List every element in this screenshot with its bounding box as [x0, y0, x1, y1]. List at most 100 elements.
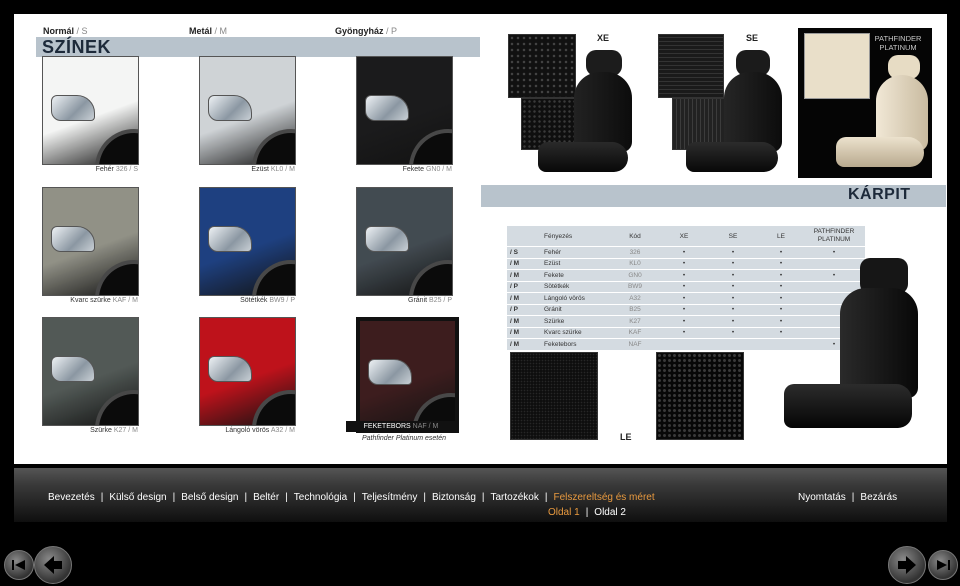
xe-label: XE: [597, 33, 610, 43]
cell-xe: •: [661, 315, 707, 327]
table-header-row: Fényezés Kód XE SE LE PATHFINDER PLATINU…: [507, 226, 865, 247]
headlamp: [365, 95, 409, 121]
cell-se: •: [707, 280, 759, 293]
cell-se: [707, 338, 759, 350]
skip-back-icon: [12, 560, 25, 570]
se-label: SE: [746, 33, 759, 43]
nav-separator: |: [100, 492, 104, 503]
car-color-swatch: [199, 317, 296, 426]
nav-item[interactable]: Belső design: [181, 492, 238, 503]
nav-separator: |: [353, 492, 356, 503]
cell-se: •: [707, 303, 759, 316]
cell-code: B25: [609, 303, 661, 316]
cell-xe: •: [661, 280, 707, 293]
le-perforated-swatch: [656, 352, 744, 440]
page-1-link[interactable]: Oldal 1: [548, 507, 580, 518]
headlamp: [51, 95, 95, 121]
nav-item[interactable]: Technológia: [294, 492, 347, 503]
colors-title: SZÍNEK: [42, 37, 112, 57]
headlamp: [51, 226, 95, 252]
cell-type: / M: [507, 269, 541, 281]
cell-xe: •: [661, 257, 707, 270]
cell-code: BW9: [609, 280, 661, 293]
nav-separator: |: [585, 507, 589, 518]
nav-item[interactable]: Bevezetés: [48, 492, 95, 503]
nav-item[interactable]: Felszereltség és méret: [553, 492, 654, 503]
color-code: KL0 / M: [270, 166, 295, 173]
close-link[interactable]: Bezárás: [860, 492, 897, 503]
cell-name: Szürke: [541, 315, 609, 327]
nav-menu: Bevezetés | Külső design | Belső design | Belt…: [48, 492, 655, 503]
skip-forward-icon: [937, 560, 950, 570]
cell-pp: •: [803, 246, 865, 258]
print-link[interactable]: Nyomtatás: [798, 492, 846, 503]
cell-code: GN0: [609, 269, 661, 281]
header-code: Kód: [629, 232, 641, 240]
le-label: LE: [620, 432, 632, 442]
color-code: NAF / M: [412, 423, 439, 430]
nav-separator: |: [851, 492, 855, 503]
last-page-button[interactable]: [928, 550, 958, 580]
car-color-caption: Szürke K27 / M: [2, 427, 138, 434]
car-color-swatch: [356, 56, 453, 165]
car-color-caption: Kvarc szürke KAF / M: [2, 297, 138, 304]
first-page-button[interactable]: [4, 550, 34, 580]
cell-type: / M: [507, 338, 541, 350]
headlamp: [208, 356, 252, 382]
cell-name: Gránit: [541, 303, 609, 316]
nav-item[interactable]: Beltér: [253, 492, 279, 503]
nav-item[interactable]: Biztonság: [432, 492, 476, 503]
color-name: Sötétkék: [240, 297, 268, 304]
color-name: Ezüst: [251, 166, 269, 173]
cell-se: •: [707, 315, 759, 327]
nav-item[interactable]: Teljesítmény: [362, 492, 418, 503]
cell-type: / M: [507, 292, 541, 304]
legend-pearl: Gyöngyház / P: [335, 26, 398, 36]
nav-item[interactable]: Tartozékok: [491, 492, 539, 503]
color-name: Gránit: [408, 297, 428, 304]
cell-type: / P: [507, 280, 541, 293]
cell-xe: •: [661, 246, 707, 258]
cell-code: NAF: [609, 338, 661, 350]
car-color-caption: FEKETEBORS NAF / M: [346, 421, 456, 432]
cell-se: •: [707, 326, 759, 339]
nav-right: Nyomtatás | Bezárás: [798, 492, 897, 503]
nav-item[interactable]: Külső design: [109, 492, 166, 503]
car-color-swatch: [356, 317, 459, 433]
color-name: Fekete: [402, 166, 424, 173]
car-color-swatch: [356, 187, 453, 296]
arrow-left-icon: [44, 556, 62, 574]
cell-code: A32: [609, 292, 661, 304]
nav-separator: |: [544, 492, 548, 503]
nav-separator: |: [244, 492, 248, 503]
car-color-caption: Gránit B25 / P: [316, 297, 452, 304]
next-page-button[interactable]: [888, 546, 926, 584]
nav-separator: |: [423, 492, 426, 503]
page-2-link[interactable]: Oldal 2: [594, 507, 626, 518]
cell-code: K27: [609, 315, 661, 327]
cell-xe: •: [661, 269, 707, 281]
cell-se: •: [707, 246, 759, 258]
table-row: / S Fehér 326 • • • •: [507, 246, 865, 258]
cell-name: Fekete: [541, 269, 609, 281]
arrow-right-icon: [898, 556, 916, 574]
legend-normal: Normál / S: [43, 26, 88, 36]
cell-type: / M: [507, 326, 541, 339]
header-platinum: PATHFINDER PLATINUM: [813, 228, 855, 243]
headlamp: [368, 359, 412, 385]
cell-xe: •: [661, 292, 707, 304]
previous-page-button[interactable]: [34, 546, 72, 584]
color-code: 326 / S: [115, 166, 138, 173]
cell-code: KL0: [609, 257, 661, 270]
color-name: FEKETEBORS: [363, 423, 411, 430]
cell-xe: [661, 338, 707, 350]
platinum-label: PATHFINDER PLATINUM: [874, 34, 922, 52]
car-color-swatch: [42, 317, 139, 426]
car-color-caption: Fekete GN0 / M: [316, 166, 452, 173]
color-name: Fehér: [95, 166, 114, 173]
cell-name: Kvarc szürke: [541, 326, 609, 339]
page-links: Oldal 1 | Oldal 2: [548, 507, 626, 518]
car-color-swatch: [42, 187, 139, 296]
cell-type: / M: [507, 257, 541, 270]
cell-name: Feketebors: [541, 338, 609, 350]
